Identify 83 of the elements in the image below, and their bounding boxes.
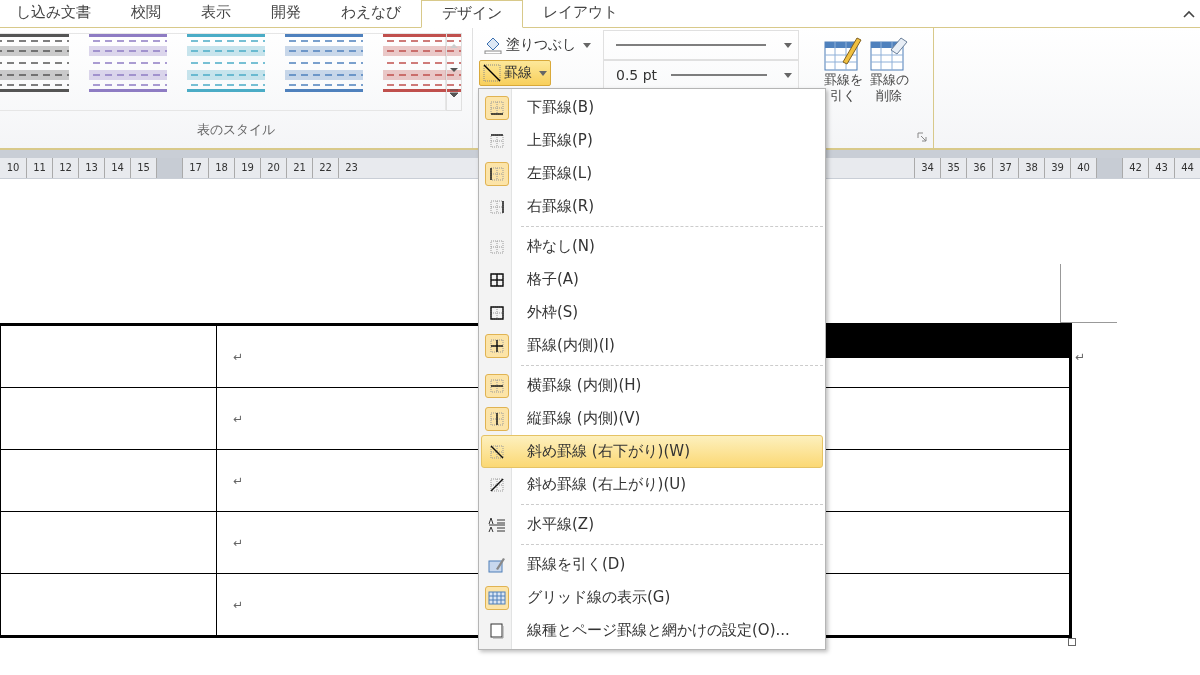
margin-corner-mark bbox=[1060, 264, 1117, 323]
ribbon-tab[interactable]: わえなび bbox=[321, 0, 421, 27]
ruler-number: 20 bbox=[260, 158, 286, 178]
menu-item[interactable]: 斜め罫線 (右下がり)(W) bbox=[481, 435, 823, 468]
column-marker[interactable] bbox=[156, 158, 182, 178]
ruler-number: 12 bbox=[52, 158, 78, 178]
caret-icon bbox=[784, 72, 792, 78]
cell-end-mark: ↵ bbox=[233, 350, 244, 364]
ruler-number: 21 bbox=[286, 158, 312, 178]
ruler-number: 17 bbox=[182, 158, 208, 178]
ruler-number: 44 bbox=[1174, 158, 1200, 178]
ruler-number: 10 bbox=[5, 161, 21, 175]
dialog-launcher-icon[interactable] bbox=[917, 132, 927, 142]
table-style-swatch[interactable] bbox=[0, 34, 69, 92]
cell-end-mark: ↵ bbox=[233, 536, 244, 550]
cell-end-mark: ↵ bbox=[233, 474, 244, 488]
border-icon bbox=[489, 304, 505, 321]
page-icon bbox=[489, 622, 505, 639]
menu-item[interactable]: 横罫線 (内側)(H) bbox=[481, 369, 823, 402]
paint-bucket-icon bbox=[483, 36, 503, 54]
ruler-number: 23 bbox=[338, 158, 364, 178]
ribbon-tab[interactable]: レイアウト bbox=[523, 0, 638, 27]
table-pencil-icon bbox=[488, 556, 506, 573]
ruler-number: 11 bbox=[26, 158, 52, 178]
table-style-swatch[interactable] bbox=[89, 34, 167, 92]
border-icon bbox=[489, 198, 505, 215]
menu-item[interactable]: 縦罫線 (内側)(V) bbox=[481, 402, 823, 435]
border-icon bbox=[489, 476, 505, 493]
menu-item[interactable]: グリッド線の表示(G) bbox=[481, 581, 823, 614]
menu-item[interactable]: 水平線(Z) bbox=[481, 508, 823, 541]
draw-table-button[interactable]: 罫線を 引く bbox=[821, 32, 865, 107]
border-icon bbox=[489, 271, 505, 288]
borders-button[interactable]: 罫線 bbox=[479, 60, 551, 86]
menu-item[interactable]: 下罫線(B) bbox=[481, 91, 823, 124]
row-end-mark: ↵ bbox=[1075, 350, 1086, 364]
menu-item[interactable]: 格子(A) bbox=[481, 263, 823, 296]
table-style-swatch[interactable] bbox=[187, 34, 265, 92]
ruler-number: 34 bbox=[914, 158, 940, 178]
table-style-swatch[interactable] bbox=[285, 34, 363, 92]
ribbon-tab[interactable]: 校閲 bbox=[111, 0, 181, 27]
caret-icon bbox=[583, 42, 591, 48]
cell-end-mark: ↵ bbox=[233, 412, 244, 426]
menu-item[interactable]: 線種とページ罫線と網かけの設定(O)... bbox=[481, 614, 823, 647]
menu-item[interactable]: 上罫線(P) bbox=[481, 124, 823, 157]
column-marker[interactable] bbox=[1096, 158, 1122, 178]
ruler-number: 39 bbox=[1044, 158, 1070, 178]
ruler-number: 22 bbox=[312, 158, 338, 178]
ruler-number: 18 bbox=[208, 158, 234, 178]
line-style-dropdown[interactable] bbox=[603, 30, 799, 60]
shading-button[interactable]: 塗りつぶし bbox=[479, 32, 595, 58]
table-style-swatch[interactable] bbox=[383, 34, 461, 92]
collapse-ribbon-icon[interactable] bbox=[1182, 9, 1196, 19]
menu-item[interactable]: 罫線(内側)(I) bbox=[481, 329, 823, 362]
horizontal-line-icon bbox=[488, 516, 506, 533]
cell-end-mark: ↵ bbox=[233, 598, 244, 612]
ruler-number: 37 bbox=[992, 158, 1018, 178]
border-icon bbox=[489, 132, 505, 149]
ruler-number: 13 bbox=[78, 158, 104, 178]
ruler-number: 35 bbox=[940, 158, 966, 178]
border-icon bbox=[489, 443, 505, 460]
group-label: 表のスタイル bbox=[196, 121, 276, 139]
caret-icon bbox=[784, 42, 792, 48]
ruler-number: 36 bbox=[966, 158, 992, 178]
eraser-button[interactable]: 罫線の 削除 bbox=[867, 32, 911, 107]
menu-item[interactable]: 左罫線(L) bbox=[481, 157, 823, 190]
border-icon bbox=[489, 238, 505, 255]
ruler-number: 42 bbox=[1122, 158, 1148, 178]
menu-item[interactable]: 右罫線(R) bbox=[481, 190, 823, 223]
menu-item[interactable]: 斜め罫線 (右上がり)(U) bbox=[481, 468, 823, 501]
menu-item[interactable]: 枠なし(N) bbox=[481, 230, 823, 263]
caret-icon bbox=[539, 70, 547, 76]
ribbon-tab[interactable]: 表示 bbox=[181, 0, 251, 27]
menu-item[interactable]: 罫線を引く(D) bbox=[481, 548, 823, 581]
menu-item[interactable]: 外枠(S) bbox=[481, 296, 823, 329]
ribbon-tab[interactable]: デザイン bbox=[421, 0, 523, 28]
diagonal-border-icon bbox=[483, 64, 501, 82]
ruler-number: 14 bbox=[104, 158, 130, 178]
ruler-number: 38 bbox=[1018, 158, 1044, 178]
ribbon-tab[interactable]: 開発 bbox=[251, 0, 321, 27]
table-resize-handle[interactable] bbox=[1068, 638, 1076, 646]
ribbon-tab[interactable]: し込み文書 bbox=[0, 0, 111, 27]
ruler-number: 43 bbox=[1148, 158, 1174, 178]
ruler-number: 19 bbox=[234, 158, 260, 178]
